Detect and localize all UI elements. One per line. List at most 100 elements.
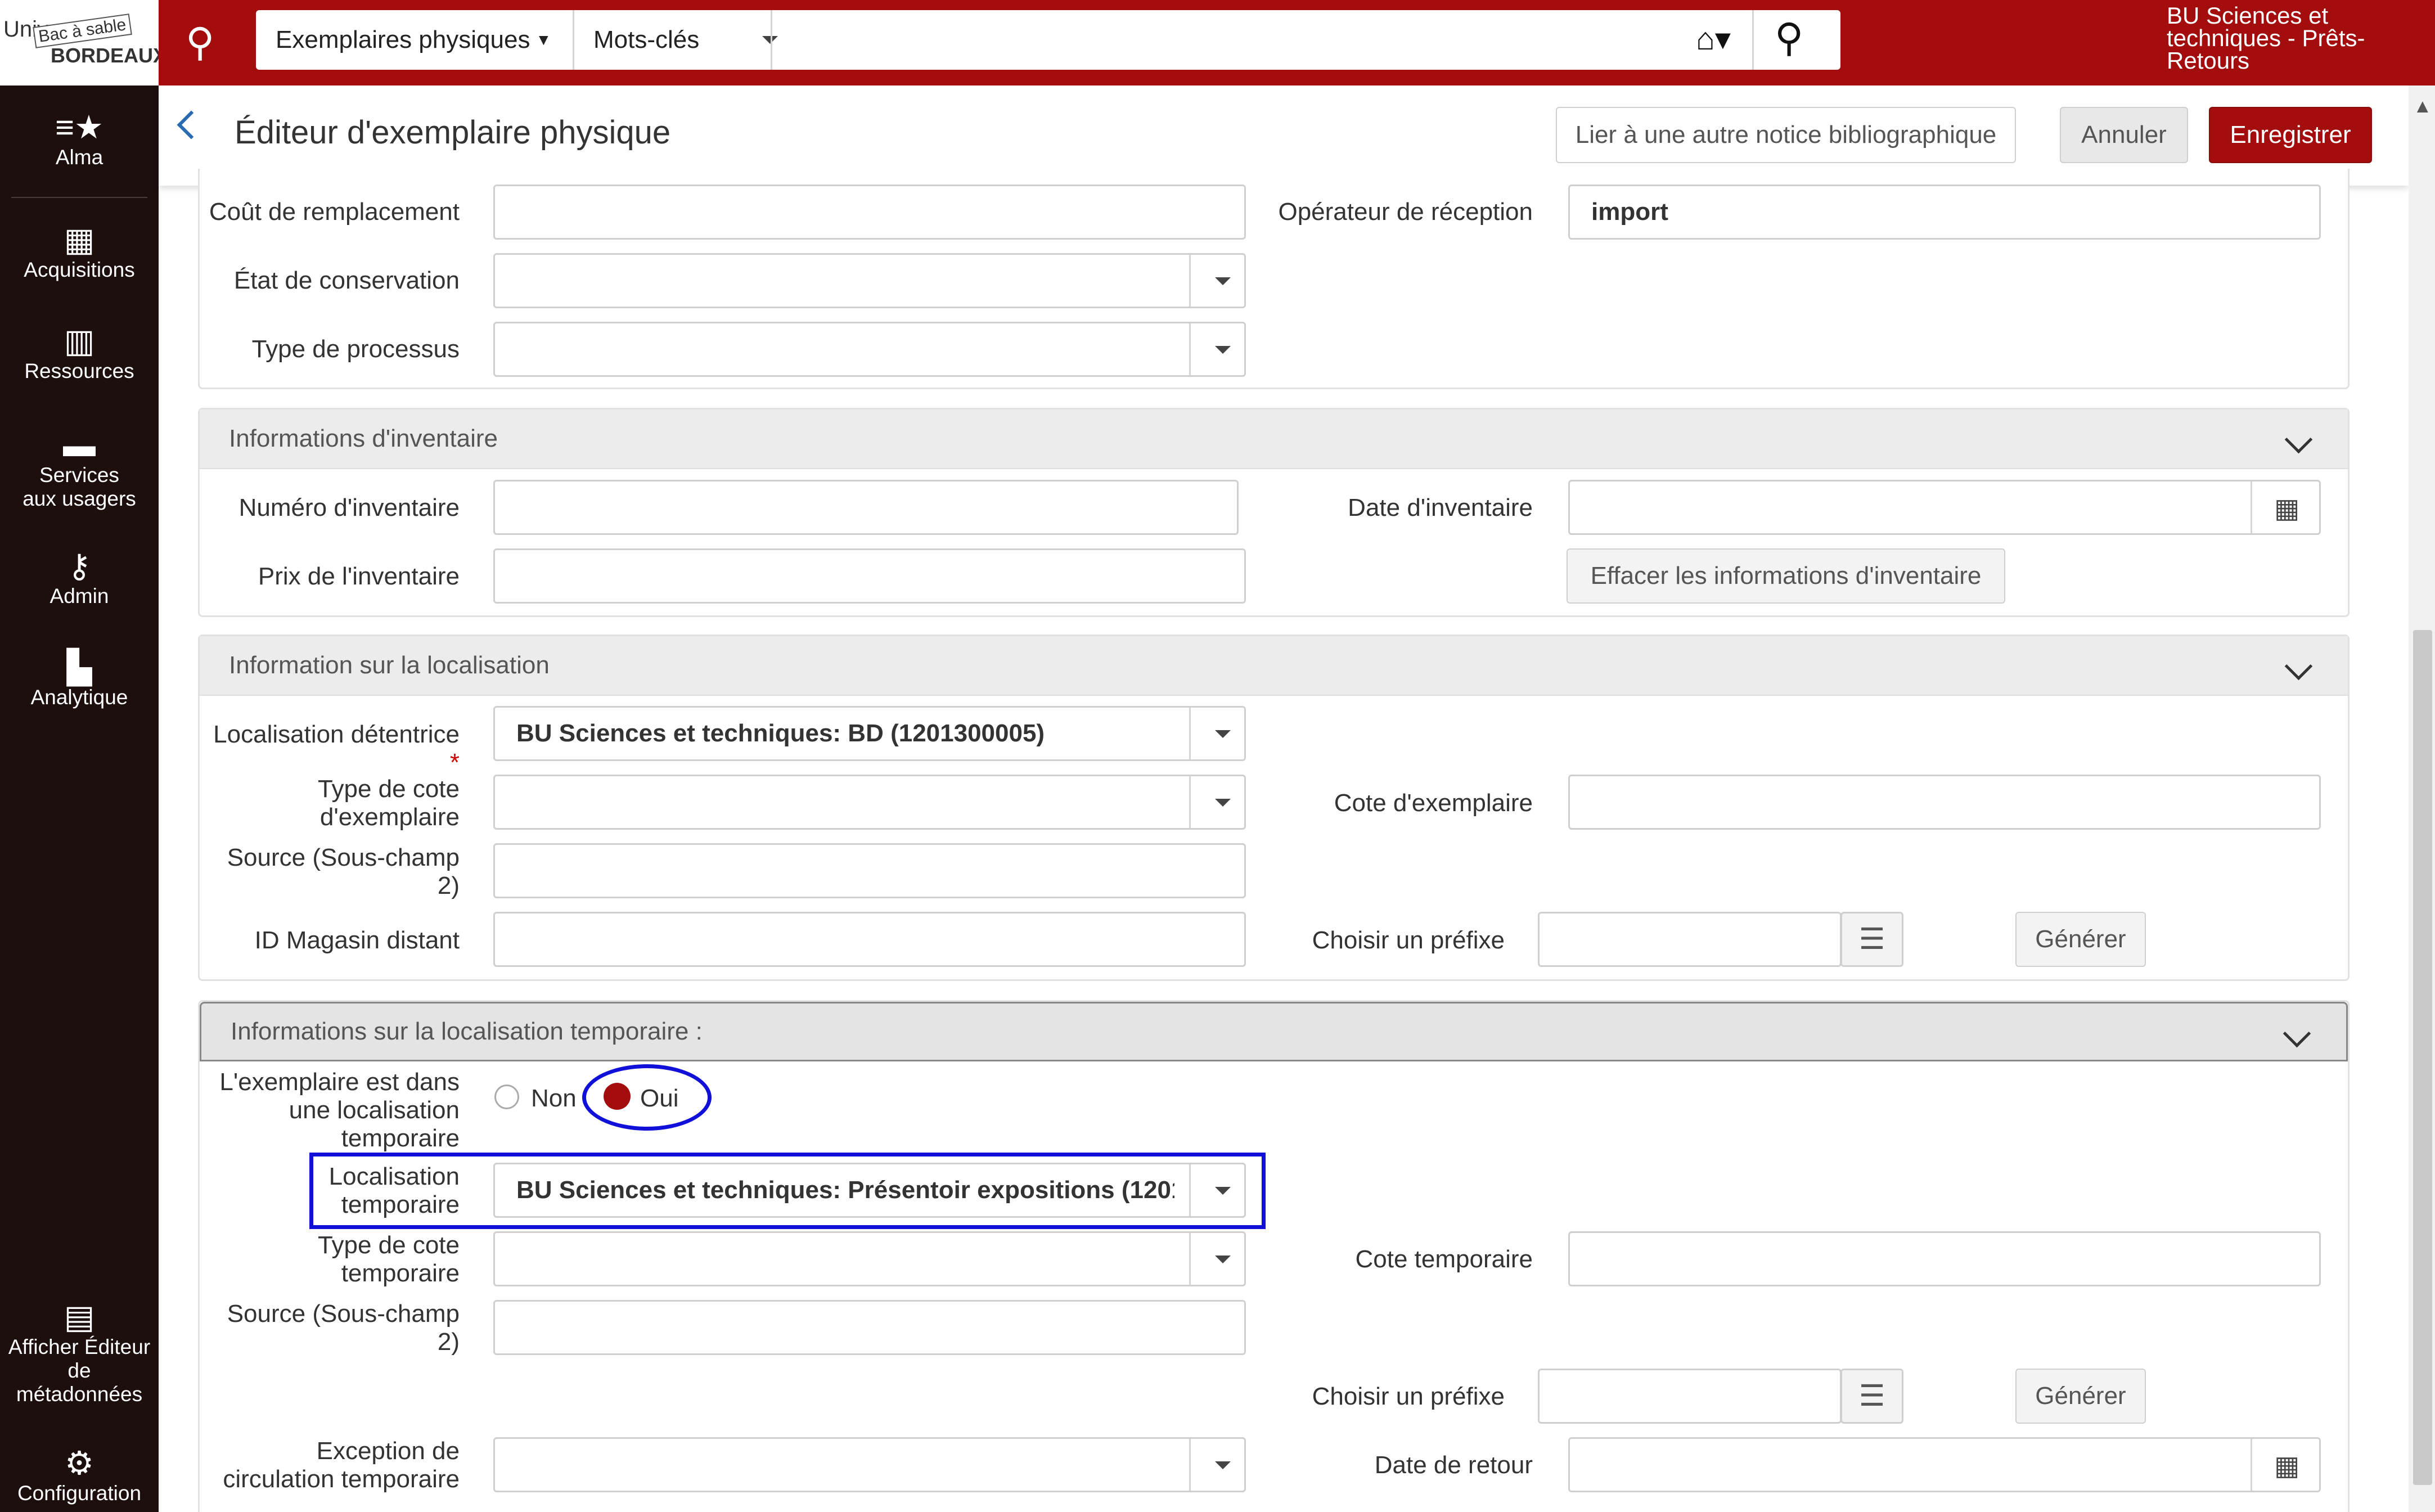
- sidebar-item-metadata-editor[interactable]: ▤ Afficher Éditeur de métadonnées: [0, 1299, 159, 1406]
- caret-down-icon: [1215, 799, 1231, 807]
- sidebar-item-label: Configuration: [17, 1482, 142, 1505]
- permanent-location-select[interactable]: BU Sciences et techniques: BD (120130000…: [493, 706, 1246, 761]
- temp-source-label: Source (Sous-champ 2): [198, 1300, 460, 1356]
- search-scope-dropdown[interactable]: Exemplaires physiques ▼: [276, 10, 579, 70]
- temp-call-number-type-select[interactable]: [493, 1231, 1246, 1286]
- caret-down-icon: [762, 36, 778, 44]
- receiving-operator-label: Opérateur de réception: [1278, 198, 1533, 226]
- alma-icon: ≡★: [55, 109, 103, 146]
- due-back-date-label: Date de retour: [1374, 1451, 1533, 1479]
- due-back-date-field[interactable]: ▦: [1568, 1437, 2321, 1492]
- permanent-location-value: BU Sciences et techniques: BD (120130000…: [516, 719, 1045, 747]
- sidebar-item-user-services[interactable]: ▬ Services aux usagers: [0, 428, 159, 511]
- sidebar-item-label: Alma: [55, 146, 103, 169]
- separator: [1189, 708, 1191, 759]
- label-line: Exception de: [316, 1437, 460, 1465]
- calendar-icon[interactable]: ▦: [2274, 493, 2299, 524]
- temp-prefix-field[interactable]: [1538, 1369, 1842, 1424]
- label-line: temporaire: [341, 1259, 460, 1287]
- receiving-operator-field[interactable]: import: [1568, 184, 2321, 240]
- sidebar-item-analytics[interactable]: ▙ Analytique: [0, 650, 159, 709]
- back-arrow-icon[interactable]: [177, 110, 206, 140]
- item-call-number-label: Cote d'exemplaire: [1334, 789, 1533, 817]
- label-line: Type de cote: [318, 775, 460, 803]
- home-icon[interactable]: ⌂▾: [1696, 20, 1731, 57]
- scroll-up-icon[interactable]: ▲: [2413, 96, 2432, 118]
- university-logo[interactable]: Univ Bac à sable BORDEAUX: [0, 0, 166, 86]
- replacement-cost-field[interactable]: [493, 184, 1246, 240]
- separator: [1189, 323, 1191, 375]
- institution-name[interactable]: BU Sciences et techniques - Prêts- Retou…: [2167, 2, 2431, 73]
- prefix-label: Choisir un préfixe: [1312, 926, 1505, 954]
- separator: [1189, 1233, 1191, 1285]
- search-input[interactable]: [779, 16, 1718, 64]
- process-type-select[interactable]: [493, 322, 1246, 377]
- temp-location-select[interactable]: BU Sciences et techniques: Présentoir ex…: [493, 1163, 1246, 1218]
- inventory-panel-title: Informations d'inventaire: [229, 425, 498, 452]
- list-icon: ☰: [1858, 1380, 1885, 1412]
- caret-down-icon: [1215, 346, 1231, 354]
- inventory-date-field[interactable]: ▦: [1568, 480, 2321, 535]
- search-field-dropdown[interactable]: Mots-clés: [593, 10, 790, 70]
- prefix-list-button[interactable]: ☰: [1840, 912, 1903, 967]
- scrollbar-thumb[interactable]: [2413, 630, 2432, 1485]
- location-panel-title: Information sur la localisation: [229, 651, 550, 679]
- save-button[interactable]: Enregistrer: [2209, 107, 2372, 163]
- temp-prefix-list-button[interactable]: ☰: [1840, 1369, 1903, 1424]
- sidebar-item-resources[interactable]: ▥ Ressources: [0, 323, 159, 383]
- sidebar-item-alma[interactable]: ≡★ Alma: [0, 110, 159, 169]
- inventory-price-field[interactable]: [493, 548, 1246, 604]
- generate-button[interactable]: Générer: [2015, 912, 2146, 967]
- label-line: d'exemplaire: [319, 803, 460, 831]
- temp-circ-exception-select[interactable]: [493, 1437, 1246, 1492]
- label-line: Localisation: [328, 1163, 460, 1190]
- permanent-location-label-text: Localisation détentrice: [213, 721, 460, 748]
- source-label: Source (Sous-champ 2): [198, 844, 460, 900]
- separator: [1189, 255, 1191, 307]
- temp-call-number-label: Cote temporaire: [1355, 1245, 1533, 1273]
- clear-inventory-button[interactable]: Effacer les informations d'inventaire: [1567, 548, 2005, 604]
- cancel-button[interactable]: Annuler: [2060, 107, 2188, 163]
- calendar-icon[interactable]: ▦: [2274, 1450, 2299, 1482]
- condition-label: État de conservation: [233, 267, 460, 294]
- radio-no[interactable]: [494, 1084, 519, 1109]
- sidebar-item-label: Admin: [49, 584, 109, 608]
- annotation-ellipse: [582, 1064, 712, 1131]
- sidebar-item-acquisitions[interactable]: ▦ Acquisitions: [0, 222, 159, 282]
- storage-id-field[interactable]: [493, 912, 1246, 967]
- source-field[interactable]: [493, 843, 1246, 898]
- search-icon[interactable]: ⚲: [1775, 15, 1803, 61]
- permanent-location-label: Localisation détentrice *: [198, 721, 460, 777]
- prefix-field[interactable]: [1538, 912, 1842, 967]
- label-line: 2): [437, 1328, 460, 1356]
- persistent-search-icon[interactable]: ⚲: [186, 22, 214, 62]
- search-scope-label: Exemplaires physiques: [276, 26, 530, 53]
- chart-icon: ▙: [66, 649, 92, 686]
- label-line: une localisation: [289, 1096, 460, 1124]
- label-line: temporaire: [341, 1124, 460, 1152]
- link-bib-record-button[interactable]: Lier à une autre notice bibliographique: [1556, 107, 2016, 163]
- call-number-type-select[interactable]: [493, 775, 1246, 830]
- temp-location-panel-header[interactable]: Informations sur la localisation tempora…: [200, 1002, 2348, 1061]
- key-icon: ⚷: [67, 548, 92, 584]
- replacement-cost-label: Coût de remplacement: [209, 198, 460, 226]
- caret-down-icon: [1215, 277, 1231, 285]
- condition-select[interactable]: [493, 253, 1246, 308]
- temp-prefix-label: Choisir un préfixe: [1312, 1383, 1505, 1410]
- process-type-label: Type de processus: [251, 335, 460, 363]
- location-panel-header[interactable]: Information sur la localisation: [200, 636, 2348, 696]
- sidebar-item-configuration[interactable]: ⚙ Configuration: [0, 1446, 159, 1505]
- sidebar-item-admin[interactable]: ⚷ Admin: [0, 548, 159, 608]
- temp-call-number-field[interactable]: [1568, 1231, 2321, 1286]
- storage-id-label: ID Magasin distant: [254, 926, 460, 954]
- inventory-panel-header[interactable]: Informations d'inventaire: [200, 410, 2348, 469]
- temp-source-field[interactable]: [493, 1300, 1246, 1355]
- temp-generate-button[interactable]: Générer: [2015, 1369, 2146, 1424]
- caret-down-icon: [1215, 1187, 1231, 1195]
- item-call-number-field[interactable]: [1568, 775, 2321, 830]
- search-bar: Exemplaires physiques ▼ Mots-clés ⌂▾ ⚲: [256, 10, 1840, 70]
- label-line: Type de cote: [318, 1231, 460, 1259]
- inventory-number-field[interactable]: [493, 480, 1239, 535]
- institution-line: BU Sciences et: [2167, 2, 2329, 29]
- metadata-editor-icon: ▤: [64, 1299, 95, 1335]
